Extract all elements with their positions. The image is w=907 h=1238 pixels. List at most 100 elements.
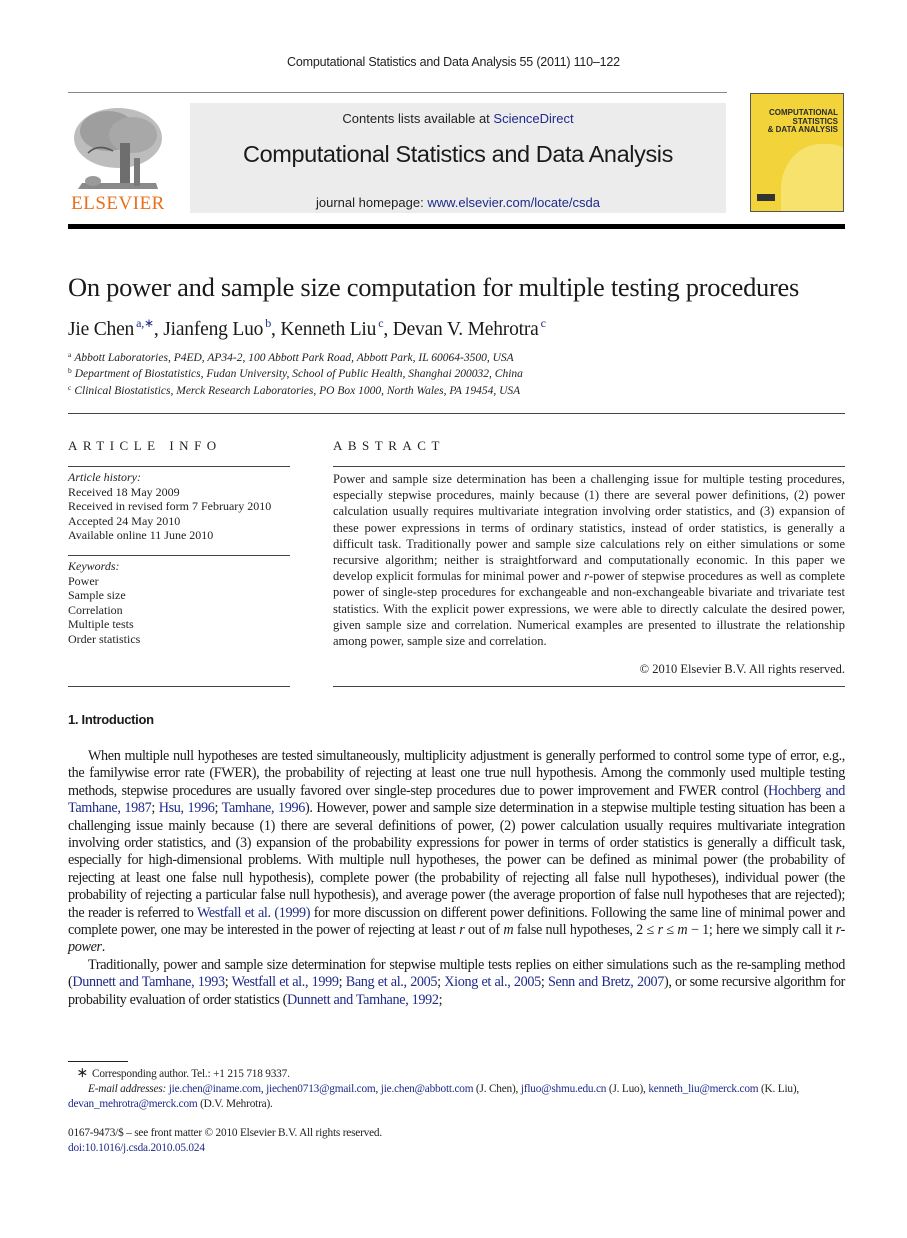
- paragraph: When multiple null hypotheses are tested…: [68, 748, 845, 957]
- citation-link[interactable]: Xiong et al., 2005: [444, 974, 541, 990]
- email-link[interactable]: devan_mehrotra@merck.com: [68, 1098, 198, 1110]
- email-owner: (J. Chen),: [473, 1083, 521, 1095]
- citation-link[interactable]: Dunnett and Tamhane, 1993: [72, 974, 225, 990]
- author-name: Kenneth Liu: [280, 319, 377, 340]
- citation-link[interactable]: Bang et al., 2005: [346, 974, 438, 990]
- keyword: Order statistics: [68, 631, 141, 646]
- tree-icon: [74, 108, 162, 189]
- citation-link[interactable]: Hsu, 1996: [159, 800, 215, 816]
- text-segment: ;: [438, 991, 443, 1008]
- email-link[interactable]: kenneth_liu@merck.com: [648, 1083, 758, 1095]
- text-segment: − 1; here we simply call it: [687, 922, 836, 939]
- text-segment: ;: [338, 974, 346, 991]
- abstract-bottom-rule: [333, 686, 845, 687]
- email-owner: (K. Liu),: [758, 1083, 800, 1095]
- citation-link[interactable]: Westfall et al., 1999: [232, 974, 339, 990]
- footnote-corresponding: ∗ Corresponding author. Tel.: +1 215 718 …: [68, 1066, 845, 1082]
- keyword: Sample size: [68, 588, 126, 602]
- section-heading-introduction: 1. Introduction: [68, 712, 154, 727]
- author-name: Devan V. Mehrotra: [392, 319, 539, 340]
- author: Jianfeng Luo b,: [163, 316, 281, 340]
- citation-link[interactable]: Dunnett and Tamhane, 1992: [287, 992, 439, 1008]
- citation-link[interactable]: Tamhane, 1996: [222, 800, 306, 816]
- author-affil-mark[interactable]: a,∗: [136, 316, 154, 330]
- issn-line: 0167-9473/$ – see front matter © 2010 El…: [68, 1127, 382, 1139]
- affiliation: c Clinical Biostatistics, Merck Research …: [68, 383, 520, 397]
- author-separator: ,: [153, 319, 164, 340]
- front-matter: 0167-9473/$ – see front matter © 2010 El…: [68, 1126, 382, 1156]
- running-head: Computational Statistics and Data Analys…: [287, 55, 620, 69]
- journal-banner: Contents lists available at ScienceDirec…: [190, 103, 726, 213]
- affiliation-text: Department of Biostatistics, Fudan Unive…: [74, 368, 523, 380]
- footnote-emails: E-mail addresses: jie.chen@iname.com, ji…: [68, 1082, 845, 1112]
- text-segment: ;: [540, 974, 548, 991]
- journal-title: Computational Statistics and Data Analys…: [243, 141, 673, 167]
- article-history: Article history: Received 18 May 2009 Re…: [68, 470, 271, 543]
- contents-available: Contents lists available at ScienceDirec…: [190, 111, 726, 126]
- author: Devan V. Mehrotra c: [392, 316, 546, 340]
- text-segment: ;: [214, 800, 222, 817]
- author: Kenneth Liu c,: [280, 316, 393, 340]
- author: Jie Chen a,∗,: [68, 316, 164, 340]
- introduction-body: When multiple null hypotheses are tested…: [68, 748, 845, 1009]
- affiliation-mark: a: [68, 350, 72, 359]
- affiliation-text: Abbott Laboratories, P4ED, AP34-2, 100 A…: [74, 352, 514, 364]
- keyword: Power: [68, 573, 99, 588]
- elsevier-logo[interactable]: ELSEVIER: [68, 103, 168, 215]
- text-segment: .: [101, 939, 106, 956]
- author-name: Jie Chen: [68, 319, 135, 340]
- affiliation: b Department of Biostatistics, Fudan Univ…: [68, 366, 523, 380]
- email-label: E-mail addresses:: [88, 1083, 167, 1095]
- header-rule: [68, 92, 727, 93]
- email-link[interactable]: jie.chen@iname.com: [169, 1083, 261, 1095]
- cover-title: COMPUTATIONAL STATISTICS & DATA ANALYSIS: [767, 108, 838, 135]
- paragraph: Traditionally, power and sample size det…: [68, 957, 845, 1009]
- history-item: Available online 11 June 2010: [68, 528, 214, 542]
- abstract-text: Power and sample size determination has …: [333, 471, 845, 649]
- cover-title-line: & DATA ANALYSIS: [767, 125, 838, 134]
- sciencedirect-link[interactable]: ScienceDirect: [493, 111, 573, 126]
- abstract-rule: [333, 466, 845, 467]
- abstract-segment: Power and sample size determination has …: [333, 472, 845, 584]
- email-owner: (D.V. Mehrotra).: [197, 1098, 273, 1110]
- affiliation-mark: c: [68, 383, 72, 392]
- text-segment: out of: [464, 922, 504, 939]
- author-separator: ,: [271, 319, 281, 340]
- email-link[interactable]: jie.chen@abbott.com: [381, 1083, 474, 1095]
- doi-link[interactable]: doi:10.1016/j.csda.2010.05.024: [68, 1142, 205, 1154]
- math-var: m: [503, 922, 514, 939]
- corresponding-author: Corresponding author. Tel.: +1 215 718 9…: [92, 1068, 290, 1080]
- keywords-label: Keywords:: [68, 559, 120, 573]
- contents-prefix: Contents lists available at: [342, 111, 494, 126]
- affiliation: a Abbott Laboratories, P4ED, AP34-2, 100 …: [68, 350, 514, 364]
- keyword: Multiple tests: [68, 617, 134, 631]
- homepage-link[interactable]: www.elsevier.com/locate/csda: [427, 195, 600, 210]
- history-item: Received in revised form 7 February 2010: [68, 499, 272, 513]
- author-name: Jianfeng Luo: [163, 319, 264, 340]
- author-affil-mark[interactable]: c: [541, 316, 546, 330]
- citation-link[interactable]: Senn and Bretz, 2007: [548, 974, 664, 990]
- journal-cover[interactable]: COMPUTATIONAL STATISTICS & DATA ANALYSIS: [750, 93, 844, 212]
- journal-homepage: journal homepage: www.elsevier.com/locat…: [190, 195, 726, 210]
- author-list: Jie Chen a,∗, Jianfeng Luo b, Kenneth Liu c…: [68, 316, 546, 341]
- abstract-heading: ABSTRACT: [333, 438, 445, 453]
- citation-link[interactable]: Westfall et al. (1999): [197, 905, 311, 921]
- text-segment: ;: [151, 800, 159, 817]
- abstract-copyright: © 2010 Elsevier B.V. All rights reserved…: [639, 662, 845, 676]
- keyword: Correlation: [68, 602, 123, 617]
- text-segment: ≤: [662, 922, 678, 939]
- author-separator: ,: [383, 319, 393, 340]
- homepage-prefix: journal homepage:: [316, 195, 428, 210]
- footnote-star: ∗: [76, 1066, 88, 1081]
- history-label: Article history:: [68, 470, 141, 484]
- text-segment: When multiple null hypotheses are tested…: [68, 748, 845, 799]
- article-info-bottom-rule: [68, 686, 290, 687]
- keywords-rule: [68, 555, 290, 556]
- article-title: On power and sample size computation for…: [68, 272, 799, 302]
- text-segment: ;: [224, 974, 232, 991]
- email-owner: (J. Luo),: [606, 1083, 649, 1095]
- article-info-heading: ARTICLE INFO: [68, 438, 222, 453]
- text-segment: ). However, power and sample size determ…: [68, 800, 845, 921]
- email-link[interactable]: jfluo@shmu.edu.cn: [521, 1083, 607, 1095]
- email-link[interactable]: jiechen0713@gmail.com: [266, 1083, 376, 1095]
